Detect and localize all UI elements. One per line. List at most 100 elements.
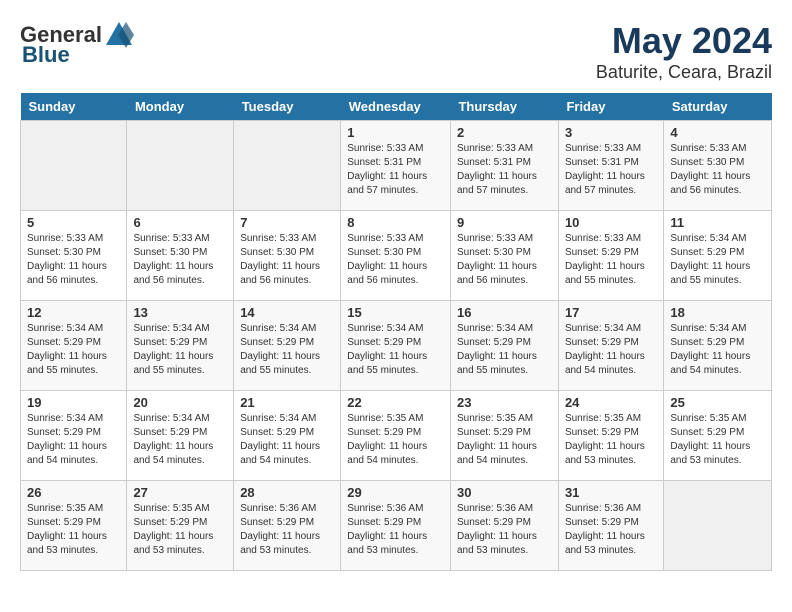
calendar-cell-w1-d1 bbox=[21, 121, 127, 211]
day-info: Sunrise: 5:33 AM Sunset: 5:30 PM Dayligh… bbox=[240, 232, 334, 288]
logo: General Blue bbox=[20, 20, 134, 68]
day-info: Sunrise: 5:34 AM Sunset: 5:29 PM Dayligh… bbox=[565, 322, 657, 378]
day-number: 7 bbox=[240, 215, 334, 230]
calendar-subtitle: Baturite, Ceara, Brazil bbox=[596, 62, 772, 83]
day-number: 15 bbox=[347, 305, 444, 320]
calendar-cell-w2-d4: 8Sunrise: 5:33 AM Sunset: 5:30 PM Daylig… bbox=[341, 211, 451, 301]
day-number: 27 bbox=[133, 485, 227, 500]
day-info: Sunrise: 5:33 AM Sunset: 5:30 PM Dayligh… bbox=[457, 232, 552, 288]
calendar-cell-w4-d5: 23Sunrise: 5:35 AM Sunset: 5:29 PM Dayli… bbox=[450, 391, 558, 481]
day-info: Sunrise: 5:33 AM Sunset: 5:30 PM Dayligh… bbox=[133, 232, 227, 288]
day-info: Sunrise: 5:35 AM Sunset: 5:29 PM Dayligh… bbox=[27, 502, 120, 558]
header-friday: Friday bbox=[558, 93, 663, 121]
calendar-cell-w4-d6: 24 Sunrise: 5:35 AM Sunset: 5:29 PM Dayli… bbox=[558, 391, 663, 481]
calendar-cell-w3-d3: 14 Sunrise: 5:34 AM Sunset: 5:29 PM Dayli… bbox=[234, 301, 341, 391]
day-number: 18 bbox=[670, 305, 765, 320]
week-row-1: 1 Sunrise: 5:33 AM Sunset: 5:31 PM Daylig… bbox=[21, 121, 772, 211]
calendar-cell-w1-d5: 2 Sunrise: 5:33 AM Sunset: 5:31 PM Daylig… bbox=[450, 121, 558, 211]
day-number: 16 bbox=[457, 305, 552, 320]
day-info: Sunrise: 5:36 AM Sunset: 5:29 PM Dayligh… bbox=[347, 502, 444, 558]
header-saturday: Saturday bbox=[664, 93, 772, 121]
day-number: 2 bbox=[457, 125, 552, 140]
day-info: Sunrise: 5:34 AM Sunset: 5:29 PM Dayligh… bbox=[133, 322, 227, 378]
day-info: Sunrise: 5:35 AM Sunset: 5:29 PM Dayligh… bbox=[565, 412, 657, 468]
calendar-cell-w1-d3 bbox=[234, 121, 341, 211]
day-number: 5 bbox=[27, 215, 120, 230]
header-sunday: Sunday bbox=[21, 93, 127, 121]
day-number: 3 bbox=[565, 125, 657, 140]
calendar-cell-w3-d7: 18 Sunrise: 5:34 AM Sunset: 5:29 PM Dayli… bbox=[664, 301, 772, 391]
day-number: 13 bbox=[133, 305, 227, 320]
calendar-cell-w2-d1: 5 Sunrise: 5:33 AM Sunset: 5:30 PM Daylig… bbox=[21, 211, 127, 301]
day-number: 31 bbox=[565, 485, 657, 500]
days-header-row: SundayMondayTuesdayWednesdayThursdayFrid… bbox=[21, 93, 772, 121]
calendar-cell-w1-d7: 4 Sunrise: 5:33 AM Sunset: 5:30 PM Daylig… bbox=[664, 121, 772, 211]
week-row-3: 12 Sunrise: 5:34 AM Sunset: 5:29 PM Dayli… bbox=[21, 301, 772, 391]
day-info: Sunrise: 5:34 AM Sunset: 5:29 PM Dayligh… bbox=[240, 412, 334, 468]
calendar-cell-w4-d7: 25Sunrise: 5:35 AM Sunset: 5:29 PM Dayli… bbox=[664, 391, 772, 481]
page-header: General Blue May 2024 Baturite, Ceara, B… bbox=[20, 20, 772, 83]
calendar-cell-w2-d3: 7 Sunrise: 5:33 AM Sunset: 5:30 PM Daylig… bbox=[234, 211, 341, 301]
day-number: 6 bbox=[133, 215, 227, 230]
day-info: Sunrise: 5:34 AM Sunset: 5:29 PM Dayligh… bbox=[240, 322, 334, 378]
header-tuesday: Tuesday bbox=[234, 93, 341, 121]
calendar-cell-w5-d5: 30 Sunrise: 5:36 AM Sunset: 5:29 PM Dayli… bbox=[450, 481, 558, 571]
day-info: Sunrise: 5:35 AM Sunset: 5:29 PM Dayligh… bbox=[670, 412, 765, 468]
day-number: 21 bbox=[240, 395, 334, 410]
calendar-cell-w1-d2 bbox=[127, 121, 234, 211]
day-number: 14 bbox=[240, 305, 334, 320]
calendar-cell-w2-d7: 11Sunrise: 5:34 AM Sunset: 5:29 PM Dayli… bbox=[664, 211, 772, 301]
day-info: Sunrise: 5:33 AM Sunset: 5:31 PM Dayligh… bbox=[457, 142, 552, 198]
week-row-4: 19Sunrise: 5:34 AM Sunset: 5:29 PM Dayli… bbox=[21, 391, 772, 481]
day-info: Sunrise: 5:34 AM Sunset: 5:29 PM Dayligh… bbox=[133, 412, 227, 468]
day-number: 29 bbox=[347, 485, 444, 500]
day-info: Sunrise: 5:34 AM Sunset: 5:29 PM Dayligh… bbox=[670, 322, 765, 378]
calendar-cell-w3-d5: 16Sunrise: 5:34 AM Sunset: 5:29 PM Dayli… bbox=[450, 301, 558, 391]
calendar-table: SundayMondayTuesdayWednesdayThursdayFrid… bbox=[20, 93, 772, 571]
header-monday: Monday bbox=[127, 93, 234, 121]
calendar-cell-w5-d3: 28Sunrise: 5:36 AM Sunset: 5:29 PM Dayli… bbox=[234, 481, 341, 571]
day-info: Sunrise: 5:33 AM Sunset: 5:30 PM Dayligh… bbox=[670, 142, 765, 198]
calendar-cell-w4-d3: 21 Sunrise: 5:34 AM Sunset: 5:29 PM Dayli… bbox=[234, 391, 341, 481]
day-number: 26 bbox=[27, 485, 120, 500]
calendar-cell-w4-d4: 22 Sunrise: 5:35 AM Sunset: 5:29 PM Dayli… bbox=[341, 391, 451, 481]
day-info: Sunrise: 5:36 AM Sunset: 5:29 PM Dayligh… bbox=[457, 502, 552, 558]
week-row-5: 26 Sunrise: 5:35 AM Sunset: 5:29 PM Dayli… bbox=[21, 481, 772, 571]
title-block: May 2024 Baturite, Ceara, Brazil bbox=[596, 20, 772, 83]
calendar-cell-w3-d6: 17 Sunrise: 5:34 AM Sunset: 5:29 PM Dayli… bbox=[558, 301, 663, 391]
day-info: Sunrise: 5:36 AM Sunset: 5:29 PM Dayligh… bbox=[565, 502, 657, 558]
day-info: Sunrise: 5:34 AM Sunset: 5:29 PM Dayligh… bbox=[347, 322, 444, 378]
day-number: 4 bbox=[670, 125, 765, 140]
day-info: Sunrise: 5:33 AM Sunset: 5:29 PM Dayligh… bbox=[565, 232, 657, 288]
day-number: 24 bbox=[565, 395, 657, 410]
calendar-cell-w3-d1: 12 Sunrise: 5:34 AM Sunset: 5:29 PM Dayli… bbox=[21, 301, 127, 391]
day-info: Sunrise: 5:34 AM Sunset: 5:29 PM Dayligh… bbox=[27, 412, 120, 468]
calendar-cell-w3-d4: 15 Sunrise: 5:34 AM Sunset: 5:29 PM Dayli… bbox=[341, 301, 451, 391]
logo-text-blue: Blue bbox=[22, 42, 70, 68]
calendar-cell-w5-d2: 27 Sunrise: 5:35 AM Sunset: 5:29 PM Dayli… bbox=[127, 481, 234, 571]
day-info: Sunrise: 5:35 AM Sunset: 5:29 PM Dayligh… bbox=[133, 502, 227, 558]
calendar-title: May 2024 bbox=[596, 20, 772, 62]
day-number: 23 bbox=[457, 395, 552, 410]
day-number: 17 bbox=[565, 305, 657, 320]
day-number: 22 bbox=[347, 395, 444, 410]
calendar-cell-w4-d1: 19Sunrise: 5:34 AM Sunset: 5:29 PM Dayli… bbox=[21, 391, 127, 481]
day-info: Sunrise: 5:33 AM Sunset: 5:31 PM Dayligh… bbox=[565, 142, 657, 198]
day-number: 20 bbox=[133, 395, 227, 410]
day-info: Sunrise: 5:36 AM Sunset: 5:29 PM Dayligh… bbox=[240, 502, 334, 558]
header-thursday: Thursday bbox=[450, 93, 558, 121]
day-number: 12 bbox=[27, 305, 120, 320]
calendar-cell-w3-d2: 13 Sunrise: 5:34 AM Sunset: 5:29 PM Dayli… bbox=[127, 301, 234, 391]
day-number: 30 bbox=[457, 485, 552, 500]
day-number: 1 bbox=[347, 125, 444, 140]
day-number: 9 bbox=[457, 215, 552, 230]
header-wednesday: Wednesday bbox=[341, 93, 451, 121]
calendar-cell-w1-d4: 1Sunrise: 5:33 AM Sunset: 5:31 PM Daylig… bbox=[341, 121, 451, 211]
day-info: Sunrise: 5:35 AM Sunset: 5:29 PM Dayligh… bbox=[347, 412, 444, 468]
day-number: 11 bbox=[670, 215, 765, 230]
day-info: Sunrise: 5:33 AM Sunset: 5:30 PM Dayligh… bbox=[27, 232, 120, 288]
calendar-cell-w5-d1: 26 Sunrise: 5:35 AM Sunset: 5:29 PM Dayli… bbox=[21, 481, 127, 571]
calendar-cell-w1-d6: 3 Sunrise: 5:33 AM Sunset: 5:31 PM Daylig… bbox=[558, 121, 663, 211]
day-info: Sunrise: 5:34 AM Sunset: 5:29 PM Dayligh… bbox=[27, 322, 120, 378]
calendar-cell-w2-d6: 10Sunrise: 5:33 AM Sunset: 5:29 PM Dayli… bbox=[558, 211, 663, 301]
